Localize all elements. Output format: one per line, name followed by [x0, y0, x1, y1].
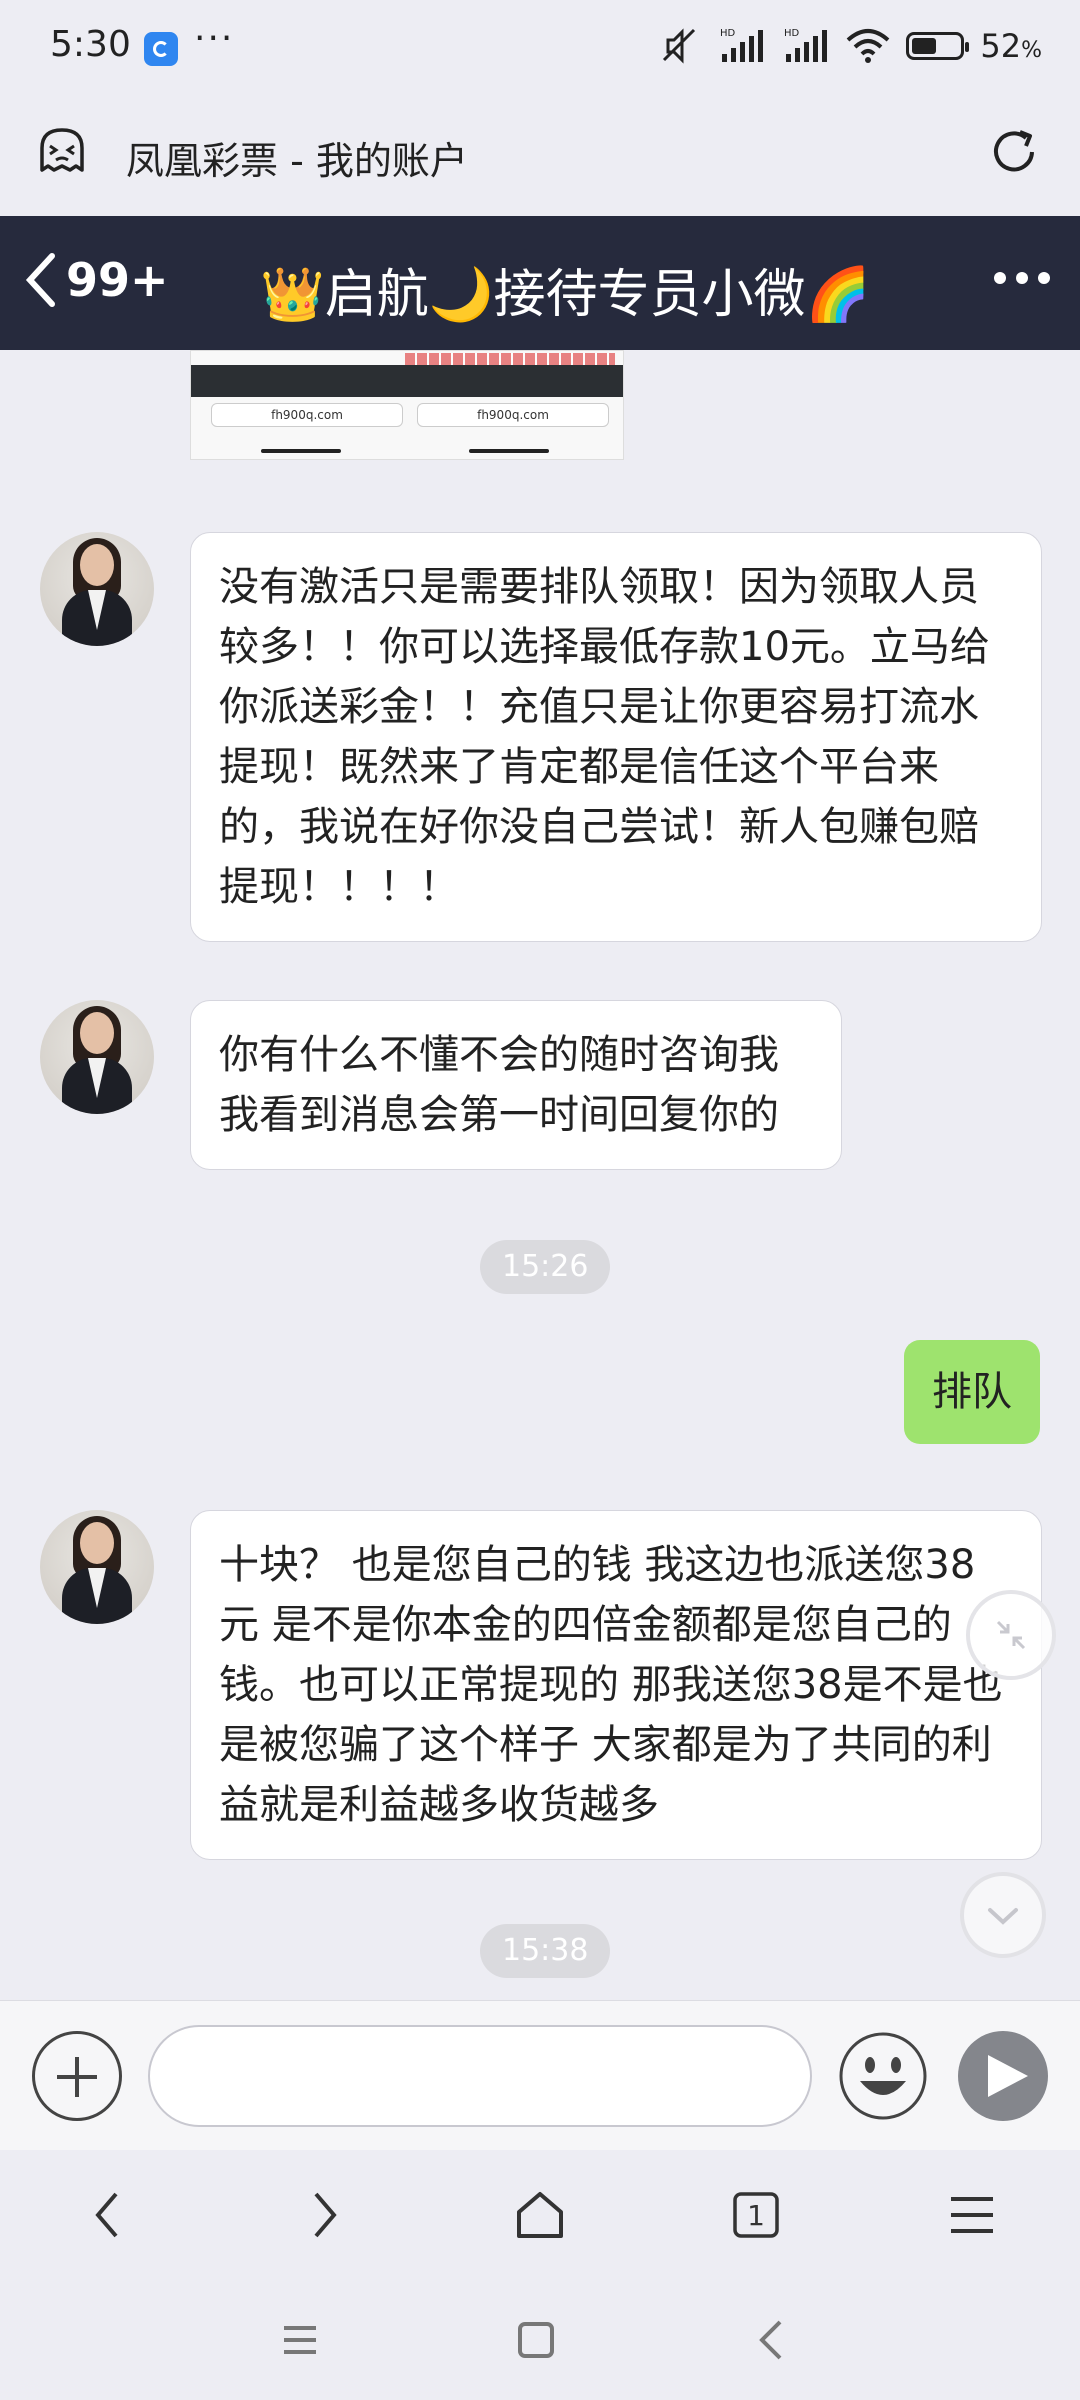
system-nav-bar — [0, 2280, 1080, 2400]
message-bubble-incoming[interactable]: 你有什么不懂不会的随时咨询我我看到消息会第一时间回复你的 — [190, 1000, 842, 1170]
home-icon — [517, 2192, 563, 2238]
browser-nav-bar: 1 — [0, 2150, 1080, 2280]
image-home-indicator — [261, 449, 341, 453]
signal-1-icon: HD — [720, 28, 764, 62]
chat-message-list[interactable]: fh900q.com fh900q.com 没有激活只是需要排队领取！因为领取人… — [0, 350, 1080, 2000]
app-notification-icon — [144, 32, 178, 66]
system-back-icon[interactable] — [742, 2310, 802, 2370]
browser-home-button[interactable] — [505, 2180, 575, 2250]
mute-icon — [663, 28, 696, 64]
collapse-arrows-icon — [996, 1620, 1026, 1650]
chevron-left-icon — [95, 2192, 118, 2238]
chat-title: 👑启航🌙接待专员小微🌈 — [260, 265, 871, 325]
agent-avatar[interactable] — [40, 1000, 154, 1114]
ghost-icon[interactable] — [36, 126, 88, 178]
message-bubble-incoming[interactable]: 十块？ 也是您自己的钱 我这边也派送您38元 是不是你本金的四倍金额都是您自己的… — [190, 1510, 1042, 1860]
system-home-icon[interactable] — [506, 2310, 566, 2370]
collapse-float-button[interactable] — [966, 1590, 1056, 1680]
chevron-right-icon — [314, 2192, 337, 2238]
shared-screenshot-image[interactable]: fh900q.com fh900q.com — [190, 350, 624, 460]
battery-percent: 52% — [980, 27, 1042, 65]
message-input-bar — [0, 2000, 1080, 2151]
browser-title-bar: 凤凰彩票 - 我的账户 — [0, 100, 1080, 216]
status-icons: HD HD 52% — [658, 26, 1042, 66]
add-attachment-button[interactable] — [32, 2031, 122, 2121]
status-bar: 5:30 ··· HD HD 52% — [0, 0, 1080, 100]
unread-count: 99+ — [66, 253, 169, 307]
emoji-button[interactable] — [838, 2031, 928, 2121]
browser-back-button[interactable] — [73, 2180, 143, 2250]
timestamp-pill: 15:38 — [480, 1924, 611, 1978]
browser-tabs-button[interactable]: 1 — [721, 2180, 791, 2250]
tab-count: 1 — [747, 2198, 765, 2232]
agent-avatar[interactable] — [40, 1510, 154, 1624]
dot-icon — [1038, 272, 1050, 284]
menu-icon — [951, 2197, 993, 2233]
chevron-left-icon — [25, 253, 55, 307]
wifi-icon — [847, 29, 890, 63]
status-time: 5:30 — [50, 24, 131, 65]
battery-icon — [906, 32, 970, 60]
dot-icon — [1016, 272, 1028, 284]
refresh-icon[interactable] — [988, 126, 1040, 178]
chevron-down-icon — [988, 1908, 1018, 1925]
image-url-bar: fh900q.com — [211, 403, 403, 427]
message-bubble-incoming[interactable]: 没有激活只是需要排队领取！因为领取人员较多！！你可以选择最低存款10元。立马给你… — [190, 532, 1042, 942]
timestamp-pill: 15:26 — [480, 1240, 611, 1294]
more-options-button[interactable] — [994, 272, 1050, 284]
chat-header: 99+ 👑启航🌙接待专员小微🌈 — [0, 216, 1080, 350]
dot-icon — [994, 272, 1006, 284]
back-button[interactable]: 99+ — [22, 250, 169, 310]
more-notifications-icon: ··· — [194, 18, 235, 59]
signal-2-icon: HD — [784, 28, 828, 62]
recent-apps-icon[interactable] — [270, 2310, 330, 2370]
browser-menu-button[interactable] — [937, 2180, 1007, 2250]
scroll-to-bottom-button[interactable] — [960, 1872, 1046, 1958]
image-url-bar: fh900q.com — [417, 403, 609, 427]
send-button[interactable] — [958, 2031, 1048, 2121]
browser-forward-button[interactable] — [289, 2180, 359, 2250]
message-bubble-outgoing[interactable]: 排队 — [904, 1340, 1040, 1444]
message-input[interactable] — [148, 2025, 812, 2127]
image-home-indicator — [469, 449, 549, 453]
agent-avatar[interactable] — [40, 532, 154, 646]
image-nav-strip — [191, 365, 623, 397]
page-title: 凤凰彩票 - 我的账户 — [126, 139, 468, 183]
image-text-lines — [405, 353, 615, 365]
svg-text:HD: HD — [720, 28, 736, 39]
svg-text:HD: HD — [784, 28, 800, 39]
